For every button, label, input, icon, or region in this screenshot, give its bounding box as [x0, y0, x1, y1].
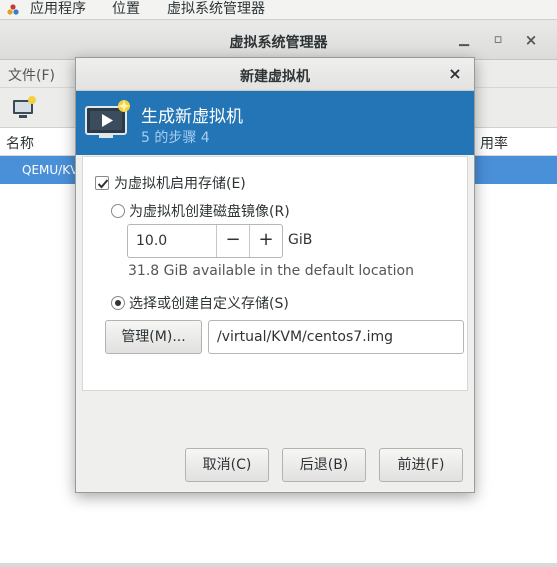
menu-places[interactable]: 位置 [112, 0, 140, 20]
enable-storage-label[interactable]: 为虚拟机启用存储(E) [114, 173, 246, 193]
menu-file[interactable]: 文件(F) [8, 65, 55, 85]
manage-button[interactable]: 管理(M)... [105, 320, 202, 354]
main-window-title: 虚拟系统管理器 [229, 35, 328, 51]
bottom-edge [0, 563, 557, 567]
menu-applications[interactable]: 应用程序 [30, 0, 86, 20]
wizard-banner: 生成新虚拟机 5 的步骤 4 [76, 91, 474, 155]
dialog-titlebar: 新建虚拟机 × [76, 58, 474, 91]
new-vm-dialog: 新建虚拟机 × 生成新虚拟机 5 的步骤 4 为虚拟机启用存储(E) 为虚拟机创… [75, 57, 475, 493]
applications-icon[interactable] [6, 3, 20, 17]
create-disk-radio[interactable] [111, 204, 125, 218]
increment-button[interactable]: + [249, 225, 282, 257]
dialog-title: 新建虚拟机 [240, 69, 310, 85]
storage-path-value[interactable]: /virtual/KVM/centos7.img [217, 329, 393, 345]
checkmark-icon [97, 179, 109, 189]
dialog-close-icon[interactable]: × [446, 65, 464, 83]
back-button[interactable]: 后退(B) [282, 448, 366, 482]
forward-button[interactable]: 前进(F) [379, 448, 463, 482]
monitor-play-icon [85, 100, 130, 138]
custom-storage-label[interactable]: 选择或创建自定义存储(S) [129, 293, 289, 313]
disk-size-spinner[interactable]: 10.0 − + [127, 224, 283, 258]
system-top-bar: 应用程序 位置 虚拟系统管理器 [0, 0, 557, 20]
wizard-title: 生成新虚拟机 [141, 107, 243, 127]
column-name[interactable]: 名称 [6, 133, 34, 153]
enable-storage-checkbox[interactable] [95, 176, 109, 190]
custom-storage-radio[interactable] [111, 296, 125, 310]
maximize-icon[interactable]: ▫ [489, 31, 507, 49]
minimize-icon[interactable]: ▁ [455, 31, 473, 49]
available-space-text: 31.8 GiB available in the default locati… [128, 263, 414, 279]
cancel-button[interactable]: 取消(C) [185, 448, 269, 482]
column-usage[interactable]: 用率 [480, 133, 508, 153]
menu-virt-manager[interactable]: 虚拟系统管理器 [167, 0, 265, 20]
new-vm-icon[interactable] [10, 94, 38, 122]
close-icon[interactable]: × [522, 31, 540, 49]
create-disk-label[interactable]: 为虚拟机创建磁盘镜像(R) [129, 201, 290, 221]
disk-size-unit: GiB [288, 232, 313, 248]
storage-path-input[interactable]: /virtual/KVM/centos7.img [208, 320, 464, 354]
wizard-step: 5 的步骤 4 [141, 130, 210, 146]
disk-size-value[interactable]: 10.0 [136, 233, 167, 249]
decrement-button[interactable]: − [216, 225, 249, 257]
main-titlebar: 虚拟系统管理器 ▁ ▫ × [0, 22, 557, 60]
